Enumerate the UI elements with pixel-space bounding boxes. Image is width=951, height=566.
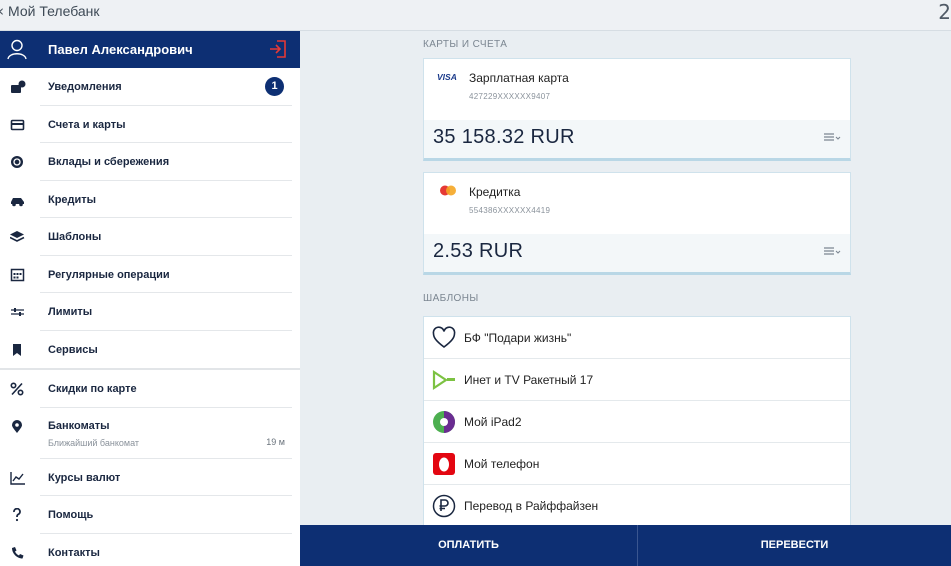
sidebar-item-label: Шаблоны bbox=[48, 231, 102, 243]
sidebar-item-credits[interactable]: Кредиты bbox=[0, 181, 300, 218]
sidebar-item-label: Счета и карты bbox=[48, 118, 126, 131]
sidebar-item-accounts[interactable]: Счета и карты bbox=[0, 106, 300, 143]
template-item[interactable]: Перевод в Райффайзен bbox=[424, 485, 850, 527]
sidebar-item-label: Кредиты bbox=[48, 193, 97, 206]
notification-count-badge: 1 bbox=[265, 77, 284, 96]
sidebar-item-label: Вклады и сбережения bbox=[48, 156, 170, 168]
help-icon bbox=[13, 508, 21, 522]
sidebar-item-contacts[interactable]: Контакты bbox=[0, 534, 300, 566]
template-item[interactable]: Мой iPad2 bbox=[424, 401, 850, 443]
phone-icon bbox=[12, 546, 24, 558]
sidebar-item-notifications[interactable]: Уведомления 1 bbox=[0, 68, 300, 106]
pay-button[interactable]: ОПЛАТИТЬ bbox=[300, 525, 637, 566]
sidebar-item-regular-operations[interactable]: Регулярные операции bbox=[0, 256, 300, 293]
sync-icon[interactable]: 2 bbox=[938, 0, 951, 24]
mastercard-logo bbox=[435, 182, 462, 199]
location-icon bbox=[12, 419, 22, 433]
credit-icon bbox=[11, 197, 24, 206]
sidebar-item-label: Лимиты bbox=[48, 306, 93, 318]
user-name: Павел Александрович bbox=[48, 42, 193, 57]
savings-icon bbox=[11, 156, 23, 168]
svg-text:VISA: VISA bbox=[437, 72, 457, 82]
limits-icon bbox=[11, 308, 24, 316]
templates-icon bbox=[10, 231, 25, 242]
notifications-icon bbox=[11, 80, 26, 93]
template-label: Инет и TV Ракетный 17 bbox=[464, 373, 594, 387]
back-icon[interactable]: ‹ bbox=[0, 2, 4, 20]
transfer-button[interactable]: ПЕРЕВЕСТИ bbox=[638, 525, 951, 566]
sidebar: Павел Александрович Уведомления 1 Счета … bbox=[0, 31, 300, 566]
card-icon bbox=[10, 119, 25, 130]
template-label: Перевод в Райффайзен bbox=[464, 499, 599, 513]
sidebar-item-label: Уведомления bbox=[48, 81, 122, 93]
sidebar-item-card-discounts[interactable]: Скидки по карте bbox=[0, 370, 300, 408]
mts-icon bbox=[433, 453, 455, 475]
card-balance: 35 158.32 RUR bbox=[433, 126, 575, 148]
accounts-section-title: КАРТЫ И СЧЕТА bbox=[423, 39, 508, 50]
action-bar: ОПЛАТИТЬ ПЕРЕВЕСТИ bbox=[300, 525, 951, 566]
sidebar-item-label: Скидки по карте bbox=[48, 383, 137, 395]
provider-icon bbox=[432, 369, 455, 391]
card-number: 427229XXXXXX9407 bbox=[469, 92, 551, 101]
template-label: Мой iPad2 bbox=[464, 415, 522, 429]
template-label: БФ "Подари жизнь" bbox=[464, 331, 572, 345]
sidebar-item-limits[interactable]: Лимиты bbox=[0, 293, 300, 331]
sidebar-item-label: Помощь bbox=[48, 509, 94, 521]
card-name: Зарплатная карта bbox=[469, 71, 569, 85]
template-label: Мой телефон bbox=[464, 457, 540, 471]
nearest-atm-distance: 19 м bbox=[266, 436, 285, 447]
sidebar-item-label: Регулярные операции bbox=[48, 268, 170, 281]
template-item[interactable]: Мой телефон bbox=[424, 443, 850, 485]
list-menu-icon[interactable] bbox=[823, 132, 841, 144]
sidebar-item-label: Контакты bbox=[48, 546, 100, 559]
logout-icon[interactable] bbox=[268, 39, 288, 59]
sidebar-item-label: Курсы валют bbox=[48, 471, 121, 484]
balance-row: 2.53 RUR bbox=[424, 234, 850, 272]
sidebar-item-help[interactable]: Помощь bbox=[0, 496, 300, 534]
app-bar: ‹ Мой Телебанк 2 bbox=[0, 0, 951, 31]
calendar-icon bbox=[10, 268, 25, 281]
chart-icon bbox=[10, 471, 25, 485]
sidebar-item-label: Сервисы bbox=[48, 343, 98, 356]
sidebar-item-label: Банкоматы bbox=[48, 419, 110, 432]
sidebar-item-exchange-rates[interactable]: Курсы валют bbox=[0, 459, 300, 496]
card-name: Кредитка bbox=[469, 185, 521, 199]
profile-header[interactable]: Павел Александрович bbox=[0, 31, 300, 68]
account-card[interactable]: Кредитка 554386XXXXXX4419 2.53 RUR bbox=[423, 172, 851, 275]
template-item[interactable]: Инет и TV Ракетный 17 bbox=[424, 359, 850, 401]
templates-list: БФ "Подари жизнь" Инет и TV Ракетный 17 … bbox=[423, 316, 851, 528]
user-icon bbox=[7, 39, 27, 60]
templates-section-title: ШАБЛОНЫ bbox=[423, 293, 479, 304]
percent-icon bbox=[10, 382, 24, 396]
sidebar-item-deposits[interactable]: Вклады и сбережения bbox=[0, 143, 300, 181]
visa-logo: VISA bbox=[435, 68, 462, 85]
list-menu-icon[interactable] bbox=[823, 246, 841, 258]
template-item[interactable]: БФ "Подари жизнь" bbox=[424, 317, 850, 359]
card-balance: 2.53 RUR bbox=[433, 240, 524, 262]
heart-icon bbox=[432, 326, 456, 349]
sidebar-item-templates[interactable]: Шаблоны bbox=[0, 218, 300, 256]
nearest-atm-label: Ближайший банкомат bbox=[48, 437, 139, 448]
megafon-icon bbox=[433, 411, 455, 433]
card-number: 554386XXXXXX4419 bbox=[469, 206, 551, 215]
sidebar-item-services[interactable]: Сервисы bbox=[0, 331, 300, 369]
account-card[interactable]: VISA Зарплатная карта 427229XXXXXX9407 3… bbox=[423, 58, 851, 161]
bookmark-icon bbox=[13, 343, 21, 356]
ruble-transfer-icon bbox=[432, 494, 456, 518]
app-title: Мой Телебанк bbox=[8, 3, 100, 19]
sidebar-item-atms[interactable]: Банкоматы Ближайший банкомат 19 м bbox=[0, 408, 300, 459]
balance-row: 35 158.32 RUR bbox=[424, 120, 850, 158]
